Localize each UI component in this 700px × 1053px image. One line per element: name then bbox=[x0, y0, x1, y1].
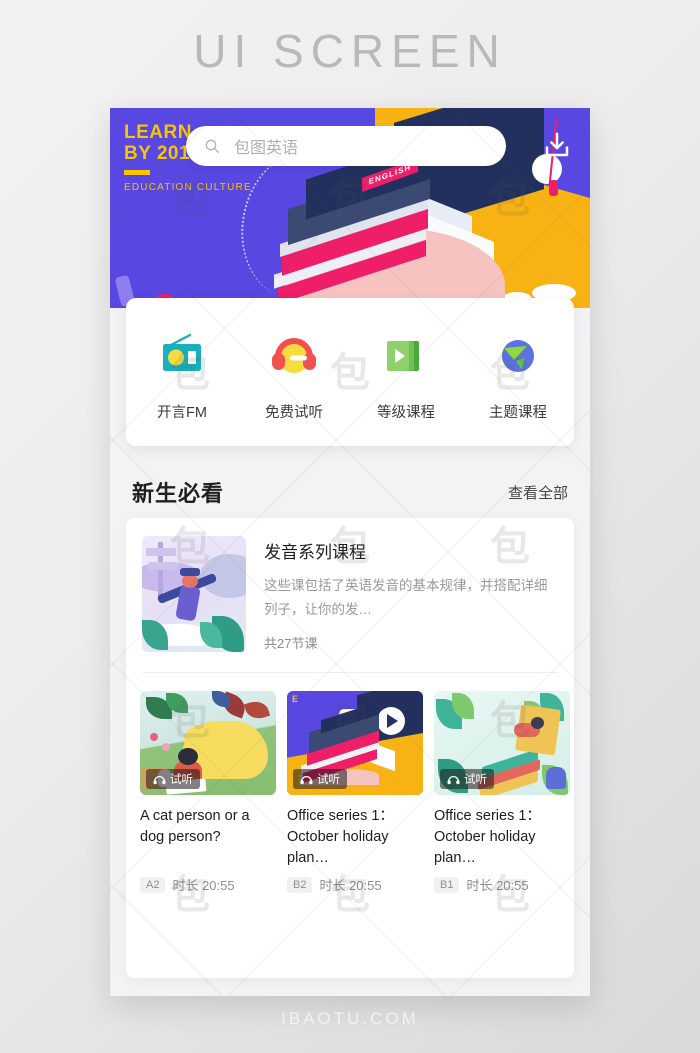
search-input[interactable]: 包图英语 bbox=[234, 134, 298, 158]
course-card[interactable]: E 试听 Office series 1：October holiday pla… bbox=[287, 691, 423, 894]
quick-link-fm[interactable]: 开言FM bbox=[132, 329, 232, 422]
content-card: 发音系列课程 这些课包括了英语发音的基本规律，并搭配详细列子，让你的发… 共27… bbox=[126, 518, 574, 978]
phone-screen: ENGLISH LEARN BY 2019 EDUCATION CULTURE … bbox=[110, 108, 590, 996]
headphones-icon bbox=[447, 775, 460, 784]
course-card[interactable]: 试听 A cat person or a dog person? A2 时长 2… bbox=[140, 691, 276, 894]
brand-rule bbox=[124, 170, 150, 175]
featured-course-thumbnail bbox=[142, 536, 246, 652]
course-title: A cat person or a dog person? bbox=[140, 808, 250, 845]
quick-link-free-trial[interactable]: 免费试听 bbox=[244, 329, 344, 422]
course-meta: B2 时长 20:55 bbox=[287, 875, 423, 894]
course-card[interactable]: 试听 Office series 1：October holiday plan…… bbox=[434, 691, 570, 894]
course-duration: 时长 20:55 bbox=[172, 878, 235, 893]
brand-tagline: EDUCATION CULTURE bbox=[124, 182, 252, 193]
course-thumbnail: 试听 bbox=[140, 691, 276, 795]
course-level-badge: B1 bbox=[434, 876, 460, 893]
page-footer: IBAOTU.COM bbox=[281, 1009, 419, 1028]
headphones-icon bbox=[300, 775, 313, 784]
course-thumbnail: E 试听 bbox=[287, 691, 423, 795]
search-icon bbox=[205, 139, 219, 153]
try-listen-label: 试听 bbox=[317, 774, 340, 786]
headphones-icon bbox=[244, 329, 344, 383]
quick-link-label: 等级课程 bbox=[377, 404, 435, 421]
globe-icon bbox=[468, 329, 568, 383]
headphones-icon bbox=[153, 775, 166, 784]
view-all-link[interactable]: 查看全部 bbox=[508, 482, 568, 503]
featured-course-info: 发音系列课程 这些课包括了英语发音的基本规律，并搭配详细列子，让你的发… 共27… bbox=[246, 536, 558, 652]
page-title: UI SCREEN bbox=[193, 25, 507, 77]
radio-icon bbox=[132, 329, 232, 383]
try-listen-label: 试听 bbox=[170, 774, 193, 786]
course-grid: 试听 A cat person or a dog person? A2 时长 2… bbox=[126, 673, 574, 894]
course-meta: B1 时长 20:55 bbox=[434, 875, 570, 894]
try-listen-label: 试听 bbox=[464, 774, 487, 786]
quick-link-level-course[interactable]: 等级课程 bbox=[356, 329, 456, 422]
featured-course-title: 发音系列课程 bbox=[264, 543, 366, 562]
course-title: Office series 1：October holiday plan… bbox=[434, 808, 541, 866]
section-header: 新生必看 查看全部 bbox=[110, 463, 590, 521]
course-level-badge: A2 bbox=[140, 876, 166, 893]
course-thumbnail: 试听 bbox=[434, 691, 570, 795]
download-icon[interactable] bbox=[542, 130, 572, 160]
try-listen-badge[interactable]: 试听 bbox=[293, 769, 347, 789]
quick-link-topic-course[interactable]: 主题课程 bbox=[468, 329, 568, 422]
quick-link-label: 开言FM bbox=[157, 404, 207, 421]
quick-link-label: 免费试听 bbox=[265, 404, 323, 421]
hero-banner: ENGLISH LEARN BY 2019 EDUCATION CULTURE … bbox=[110, 108, 590, 308]
try-listen-badge[interactable]: 试听 bbox=[146, 769, 200, 789]
course-duration: 时长 20:55 bbox=[466, 878, 529, 893]
course-level-badge: B2 bbox=[287, 876, 313, 893]
featured-course-lesson-count: 共27节课 bbox=[264, 636, 318, 651]
featured-course-row[interactable]: 发音系列课程 这些课包括了英语发音的基本规律，并搭配详细列子，让你的发… 共27… bbox=[126, 518, 574, 652]
page-section-title: 新生必看 bbox=[132, 481, 225, 506]
course-meta: A2 时长 20:55 bbox=[140, 875, 276, 894]
featured-course-description: 这些课包括了英语发音的基本规律，并搭配详细列子，让你的发… bbox=[264, 578, 548, 617]
course-duration: 时长 20:55 bbox=[319, 878, 382, 893]
quick-links-card: 开言FM 免费试听 等级课程 主题课程 bbox=[126, 298, 574, 446]
search-bar[interactable]: 包图英语 bbox=[186, 126, 506, 166]
tassel-knob bbox=[549, 180, 558, 196]
quick-link-label: 主题课程 bbox=[489, 404, 547, 421]
course-title: Office series 1：October holiday plan… bbox=[287, 808, 394, 866]
video-play-icon bbox=[356, 329, 456, 383]
try-listen-badge[interactable]: 试听 bbox=[440, 769, 494, 789]
